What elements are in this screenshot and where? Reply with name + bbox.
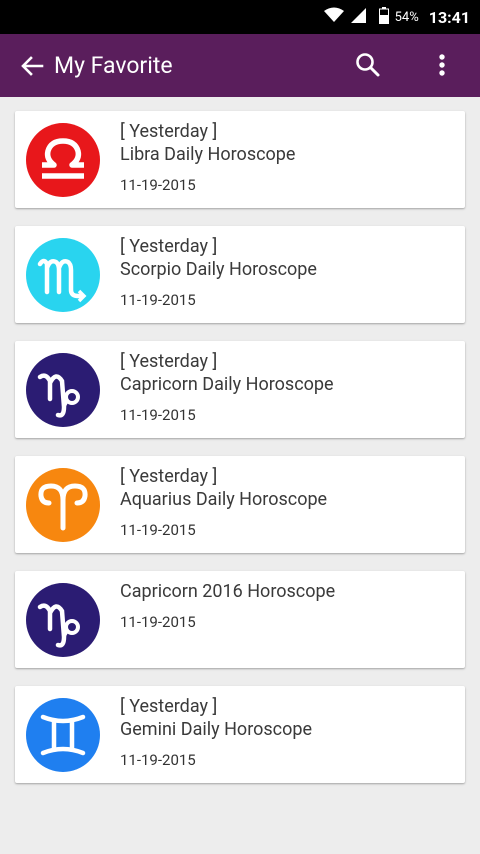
favorite-card[interactable]: Capricorn 2016 Horoscope 11-19-2015 [15,571,465,668]
search-icon[interactable] [353,50,383,80]
favorite-card[interactable]: [ Yesterday ] Libra Daily Horoscope 11-1… [15,111,465,208]
favorite-title: Gemini Daily Horoscope [120,719,313,740]
favorite-title: Scorpio Daily Horoscope [120,259,317,280]
aries-icon [26,468,100,542]
favorite-title: Capricorn Daily Horoscope [120,374,334,395]
battery-icon [378,6,389,28]
app-bar: My Favorite [0,34,480,97]
favorite-date: 11-19-2015 [120,521,196,539]
favorite-title: Libra Daily Horoscope [120,144,296,165]
favorite-date: 11-19-2015 [120,613,196,631]
favorite-tag: [ Yesterday ] [120,696,218,717]
favorite-date: 11-19-2015 [120,176,196,194]
arrow-left-icon[interactable] [18,51,48,81]
status-icons: 54% 13:41 [323,0,470,34]
page-title: My Favorite [54,52,173,79]
favorite-title: Capricorn 2016 Horoscope [120,581,336,602]
favorite-card[interactable]: [ Yesterday ] Scorpio Daily Horoscope 11… [15,226,465,323]
more-vert-icon[interactable] [430,50,454,80]
favorite-tag: [ Yesterday ] [120,236,218,257]
favorite-tag: [ Yesterday ] [120,351,218,372]
wifi-icon [323,7,344,27]
cell-signal-icon [350,7,367,28]
favorite-card[interactable]: [ Yesterday ] Capricorn Daily Horoscope … [15,341,465,438]
capricorn-icon [26,583,100,657]
status-bar: 54% 13:41 [0,0,480,34]
favorite-date: 11-19-2015 [120,291,196,309]
favorite-title: Aquarius Daily Horoscope [120,489,328,510]
favorite-date: 11-19-2015 [120,751,196,769]
favorite-card[interactable]: [ Yesterday ] Gemini Daily Horoscope 11-… [15,686,465,783]
clock: 13:41 [428,7,470,27]
scorpio-icon [26,238,100,312]
favorite-tag: [ Yesterday ] [120,466,218,487]
favorite-card[interactable]: [ Yesterday ] Aquarius Daily Horoscope 1… [15,456,465,553]
libra-icon [26,123,100,197]
favorite-tag: [ Yesterday ] [120,121,218,142]
gemini-icon [26,698,100,772]
battery-percent: 54% [394,9,419,25]
capricorn-icon [26,353,100,427]
favorite-date: 11-19-2015 [120,406,196,424]
